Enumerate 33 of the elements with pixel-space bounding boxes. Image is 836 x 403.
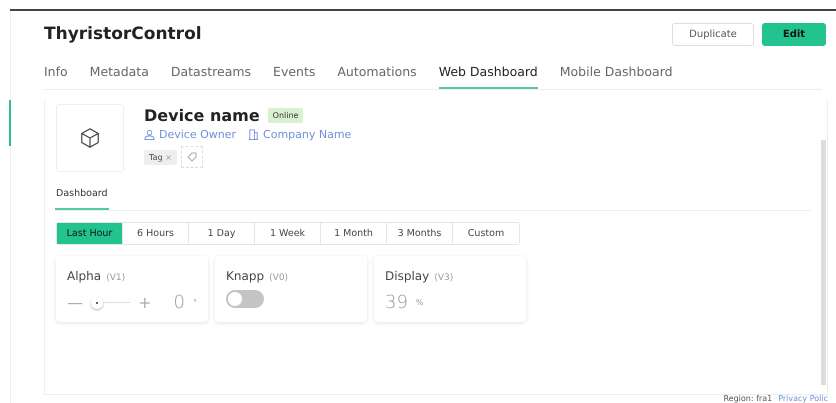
widget-title: Display <box>385 269 430 283</box>
widget-title: Alpha <box>67 269 102 283</box>
add-tag-button[interactable] <box>180 146 203 168</box>
tab[interactable]: Dashboard <box>55 184 109 210</box>
tab[interactable]: Mobile Dashboard <box>560 57 673 89</box>
toggle-switch[interactable] <box>226 290 264 308</box>
display-value: 39 <box>385 292 408 313</box>
unit-label: ° <box>193 298 197 307</box>
tab[interactable]: Datastreams <box>170 57 252 89</box>
tab[interactable]: Web Dashboard <box>438 57 538 89</box>
unit-label: % <box>416 298 424 307</box>
status-badge: Online <box>268 108 304 123</box>
user-icon <box>144 129 155 140</box>
tag-chip[interactable]: Tag × <box>144 150 177 164</box>
edit-button[interactable]: Edit <box>762 22 826 46</box>
tab[interactable]: Events <box>273 57 316 89</box>
tab[interactable]: Metadata <box>90 57 149 89</box>
tag-icon <box>186 152 197 162</box>
pin-label: (V1) <box>106 273 126 283</box>
widget-title: Knapp <box>226 269 264 283</box>
pin-label: (V3) <box>434 273 454 283</box>
slider-value: 0 <box>174 292 185 313</box>
time-range-button[interactable]: Last Hour <box>57 223 123 244</box>
slider-thumb[interactable] <box>91 296 103 308</box>
cube-icon <box>79 127 101 149</box>
pin-label: (V0) <box>269 273 288 283</box>
tab[interactable]: Info <box>44 57 68 89</box>
tab[interactable]: Automations <box>337 57 417 89</box>
region-label: Region: fra1 <box>723 394 772 403</box>
building-icon <box>248 129 260 140</box>
page-title: ThyristorControl <box>44 24 202 44</box>
duplicate-button[interactable]: Duplicate <box>672 22 754 46</box>
device-name: Device name <box>144 106 260 125</box>
